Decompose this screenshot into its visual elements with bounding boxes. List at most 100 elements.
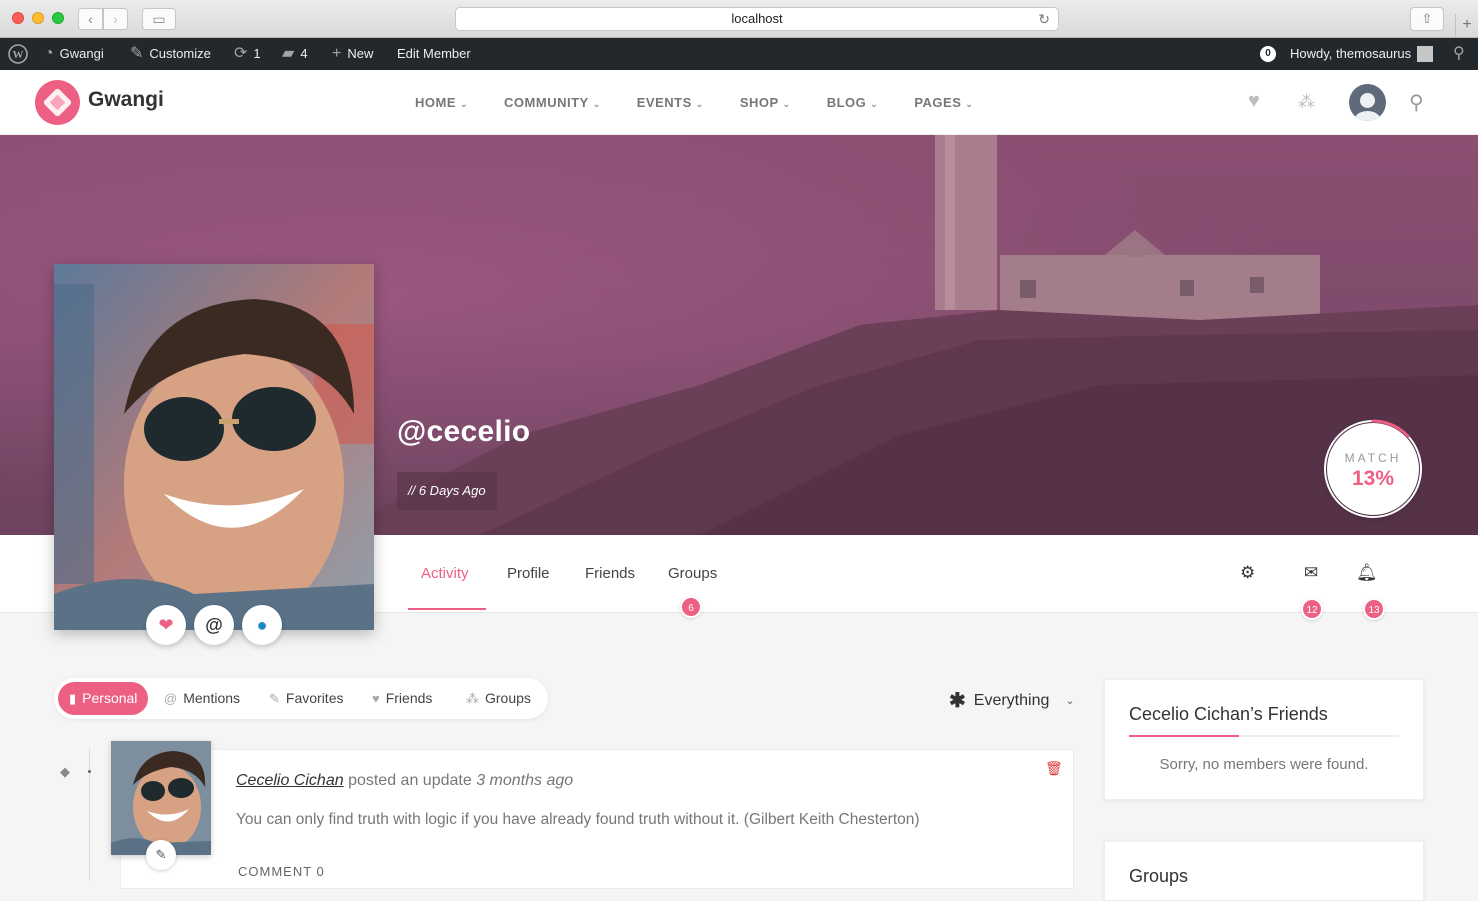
- customize-link[interactable]: ✎ Customize: [130, 38, 211, 70]
- howdy-label: Howdy, themosaurus: [1290, 46, 1412, 61]
- comment-icon: ▰: [282, 45, 295, 62]
- sidebar-icon: ▭: [152, 11, 166, 27]
- updates-link[interactable]: ⟳ 1: [234, 38, 261, 70]
- new-label: New: [347, 46, 374, 61]
- filter-mentions[interactable]: @ Mentions: [164, 682, 240, 715]
- groups-icon: ⁂: [466, 691, 479, 706]
- chevron-down-icon: ⌄: [460, 99, 469, 109]
- minimize-window-button[interactable]: [32, 12, 44, 24]
- zoom-window-button[interactable]: [52, 12, 64, 24]
- dashboard-icon: ◔: [44, 45, 54, 62]
- activity-action: posted an update: [348, 772, 472, 789]
- timeline-line: [89, 748, 90, 881]
- nav-item-home[interactable]: HOME ⌄: [415, 70, 468, 135]
- logo-icon[interactable]: [35, 80, 80, 125]
- mention-button[interactable]: @: [194, 605, 234, 645]
- activity-time[interactable]: 3 months ago: [476, 772, 573, 789]
- filter-personal[interactable]: ▮ Personal: [58, 682, 149, 715]
- heart-plus-icon: ❤: [158, 615, 174, 635]
- site-header: Gwangi HOME ⌄ COMMUNITY ⌄ EVENTS ⌄ SHOP ⌄ BL…: [0, 70, 1478, 135]
- show-filter-value: Everything: [973, 691, 1050, 709]
- bell-icon[interactable]: 🔔︎: [1356, 563, 1378, 583]
- activity-type-icon: ◆: [60, 764, 70, 779]
- last-active-badge: // 6 Days Ago: [397, 472, 497, 510]
- tab-friends[interactable]: Friends: [585, 535, 635, 613]
- edit-member-label: Edit Member: [397, 46, 471, 61]
- chevron-down-icon: ⌄: [782, 99, 791, 109]
- search-icon[interactable]: ⚲: [1409, 90, 1424, 115]
- chevron-down-icon: ⌄: [1065, 695, 1075, 707]
- back-button[interactable]: ‹: [78, 8, 103, 30]
- customize-label: Customize: [149, 46, 211, 61]
- friends-widget-title: Cecelio Cichan’s Friends: [1129, 704, 1328, 724]
- new-tab-button[interactable]: +: [1455, 14, 1478, 38]
- match-progress-ring: [1323, 419, 1423, 519]
- messages-count-badge: 12: [1301, 598, 1323, 620]
- comments-link[interactable]: ▰ 4: [282, 38, 308, 70]
- avatar: [1417, 46, 1434, 62]
- notifications-menu[interactable]: 0: [1260, 38, 1276, 70]
- activity-show-select[interactable]: ✱ Everything ⌄: [949, 688, 1075, 713]
- trash-icon[interactable]: 🗑︎: [1045, 760, 1063, 777]
- filter-friends[interactable]: ♥ Friends: [372, 682, 432, 715]
- site-name-menu[interactable]: ◔ Gwangi: [44, 38, 104, 70]
- forward-button[interactable]: ›: [103, 8, 128, 30]
- notifications-badge: 0: [1260, 46, 1276, 62]
- my-account-menu[interactable]: Howdy, themosaurus: [1290, 38, 1434, 70]
- filter-favorites[interactable]: ✎ Favorites: [269, 682, 343, 715]
- chevron-down-icon: ⌄: [870, 99, 879, 109]
- site-name-label: Gwangi: [59, 46, 104, 61]
- members-icon[interactable]: ⁂: [1298, 92, 1315, 112]
- activity-avatar[interactable]: [111, 741, 211, 855]
- chat-bubble-icon: ●: [256, 615, 268, 635]
- share-icon: ⇧: [1421, 11, 1433, 26]
- add-friend-button[interactable]: ❤: [146, 605, 186, 645]
- comment-button[interactable]: COMMENT 0: [238, 864, 325, 879]
- updates-count: 1: [253, 46, 261, 61]
- timeline-dot: [88, 770, 91, 773]
- admin-search-button[interactable]: ⚲: [1453, 38, 1465, 70]
- site-logo-text[interactable]: Gwangi: [88, 88, 164, 112]
- url-text: localhost: [731, 11, 783, 26]
- nav-item-blog[interactable]: BLOG ⌄: [827, 70, 879, 135]
- brush-icon: ✎: [130, 45, 144, 62]
- address-bar[interactable]: localhost ↻: [455, 7, 1059, 31]
- activity-header: Cecelio Cichan posted an update 3 months…: [236, 772, 573, 790]
- new-content-menu[interactable]: + New: [332, 38, 373, 70]
- groups-widget-title: Groups: [1129, 866, 1189, 886]
- message-button[interactable]: ●: [242, 605, 282, 645]
- active-tab-indicator: [408, 608, 486, 610]
- nav-item-community[interactable]: COMMUNITY ⌄: [504, 70, 601, 135]
- close-window-button[interactable]: [12, 12, 24, 24]
- reload-icon[interactable]: ↻: [1038, 8, 1050, 30]
- comments-count: 4: [300, 46, 308, 61]
- envelope-icon[interactable]: ✉: [1304, 563, 1318, 583]
- heart-icon: ♥: [372, 691, 380, 706]
- activity-author-link[interactable]: Cecelio Cichan: [236, 772, 344, 789]
- nav-item-shop[interactable]: SHOP ⌄: [740, 70, 791, 135]
- chevron-right-icon: ›: [113, 11, 118, 27]
- pin-icon: ✎: [155, 847, 167, 862]
- nav-item-events[interactable]: EVENTS ⌄: [637, 70, 704, 135]
- edit-member-link[interactable]: Edit Member: [397, 38, 471, 70]
- settings-icon[interactable]: ⚙: [1240, 563, 1255, 583]
- wordpress-menu[interactable]: W: [8, 38, 28, 70]
- search-icon: ⚲: [1453, 45, 1465, 62]
- user-avatar-button[interactable]: [1349, 84, 1386, 121]
- svg-text:W: W: [13, 49, 24, 61]
- filter-groups[interactable]: ⁂ Groups: [466, 682, 531, 715]
- pin-button[interactable]: ✎: [146, 840, 176, 870]
- pin-icon: ✎: [269, 691, 280, 706]
- plus-icon: +: [1462, 16, 1472, 33]
- tab-activity[interactable]: Activity: [421, 535, 469, 613]
- sidebar-toggle-button[interactable]: ▭: [142, 8, 176, 30]
- share-button[interactable]: ⇧: [1410, 7, 1444, 31]
- chevron-left-icon: ‹: [88, 11, 93, 27]
- chevron-down-icon: ⌄: [695, 99, 704, 109]
- nav-item-pages[interactable]: PAGES ⌄: [914, 70, 973, 135]
- profile-username: @cecelio: [397, 415, 531, 448]
- heart-icon[interactable]: ♥: [1248, 90, 1260, 113]
- tab-profile[interactable]: Profile: [507, 535, 550, 613]
- profile-photo: [54, 264, 374, 630]
- profile-avatar: [54, 264, 374, 630]
